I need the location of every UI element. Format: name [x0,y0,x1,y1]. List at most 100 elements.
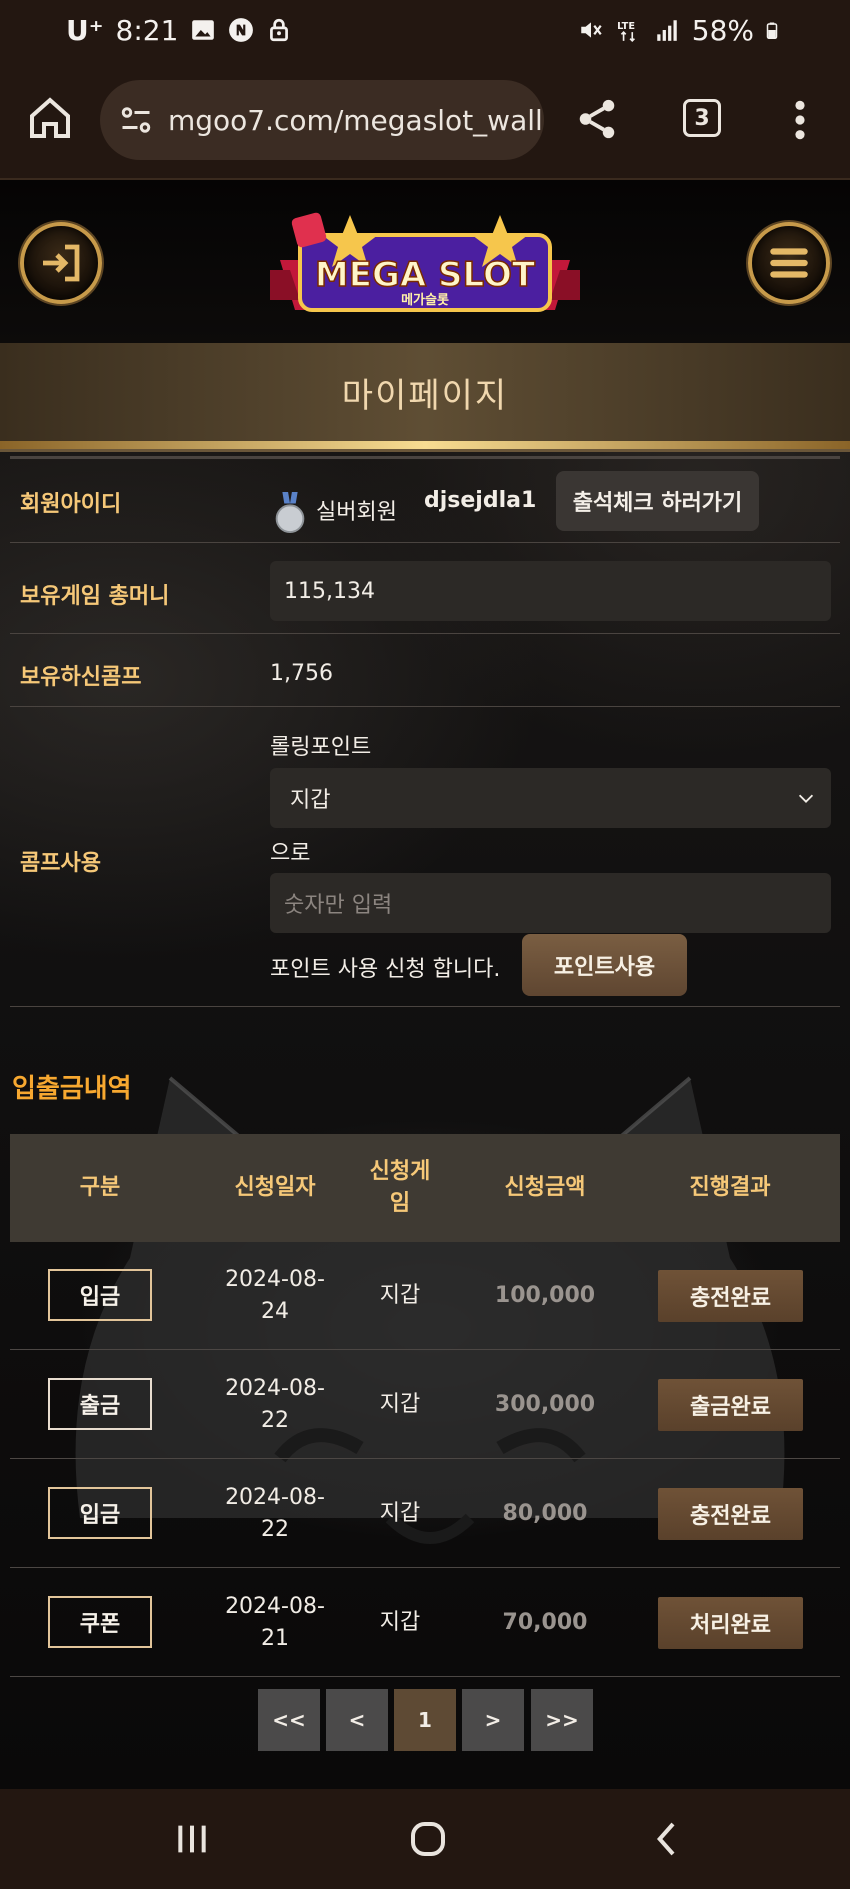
result-badge: 처리완료 [658,1597,803,1649]
date-cell: 2024-08- 21 [225,1594,325,1651]
apply-description: 포인트 사용 신청 합니다. [270,957,501,982]
comp-value: 1,756 [270,661,333,686]
row-divider [10,1006,840,1007]
url-text[interactable]: mgoo7.com/megaslot_wall [168,104,543,137]
carrier-label: U⁺ [66,13,104,47]
site-header: MEGA SLOT 메가슬롯 [0,178,850,343]
wallet-select-value: 지갑 [290,788,331,813]
row-separator [10,1349,840,1350]
amount-cell: 300,000 [494,1392,596,1417]
home-icon[interactable] [26,94,74,142]
svg-text:LTE: LTE [617,21,635,32]
mega-slot-logo[interactable]: MEGA SLOT 메가슬롯 [270,190,580,340]
clock: 8:21 [115,13,179,47]
amount-cell: 100,000 [494,1283,596,1308]
game-cell: 지갑 [379,1501,421,1526]
pagination: << < 1 > >> [0,1689,850,1751]
column-header-date: 신청일자 [234,1175,316,1200]
type-badge: 쿠폰 [48,1596,152,1648]
table-row: 쿠폰 2024-08- 21 지갑 70,000 처리완료 [10,1569,840,1677]
lte-icon: LTE [617,21,635,42]
type-badge: 출금 [48,1378,152,1430]
row-divider [10,706,840,707]
result-badge: 출금완료 [658,1379,803,1431]
page-content: MEGA SLOT 메가슬롯 마이페이지 회원아이디 실버회원 djsejdla… [0,178,850,1789]
comp-label: 보유하신콤프 [20,665,142,690]
to-label: 으로 [270,841,311,866]
naver-icon [229,18,254,42]
back-icon[interactable] [648,1819,688,1859]
history-table-header: 구분 신청일자 신청게 임 신청금액 진행결과 [10,1134,840,1242]
row-separator [10,1458,840,1459]
prev-page-button[interactable]: < [326,1689,388,1751]
member-id-label: 회원아이디 [20,492,122,517]
mute-icon [581,22,602,38]
column-header-type: 구분 [79,1175,121,1200]
amount-cell: 70,000 [502,1610,588,1635]
first-page-button[interactable]: << [258,1689,320,1751]
gallery-icon [192,20,215,40]
row-divider [10,542,840,543]
last-page-button[interactable]: >> [531,1689,593,1751]
share-icon[interactable] [574,96,620,142]
logo-subtext: 메가슬롯 [401,293,449,308]
more-options-icon[interactable] [786,98,814,142]
next-page-button[interactable]: > [462,1689,524,1751]
page-title: 마이페이지 [341,375,509,416]
points-amount-input[interactable]: 숫자만 입력 [270,873,831,933]
gold-divider-shadow [0,449,850,452]
table-row: 입금 2024-08- 22 지갑 80,000 충전완료 [10,1460,840,1568]
menu-button[interactable] [748,222,830,304]
game-money-field: 115,134 [270,561,831,621]
date-cell: 2024-08- 24 [225,1267,325,1324]
type-badge: 입금 [48,1487,152,1539]
chevron-down-icon [798,794,814,803]
use-points-button[interactable]: 포인트사용 [522,934,687,996]
home-nav-icon[interactable] [408,1819,448,1859]
game-money-label: 보유게임 총머니 [20,584,170,609]
column-header-result: 진행결과 [689,1175,771,1200]
user-id: djsejdla1 [424,488,537,513]
row-separator [10,1676,840,1677]
row-divider [10,633,840,634]
result-badge: 충전완료 [658,1270,803,1322]
address-bar[interactable]: mgoo7.com/megaslot_wall [100,80,544,160]
hamburger-menu-icon [770,248,808,278]
gold-divider [0,441,850,449]
row-separator [10,1567,840,1568]
status-bar: U⁺ 8:21 LTE 58% [0,0,850,60]
table-row: 입금 2024-08- 24 지갑 100,000 충전완료 [10,1242,840,1350]
login-button[interactable] [20,222,102,304]
member-level: 실버회원 [316,500,397,525]
result-badge: 충전완료 [658,1488,803,1540]
browser-toolbar: mgoo7.com/megaslot_wall 3 [0,60,850,178]
battery-percent: 58% [691,13,754,47]
wallet-select[interactable]: 지갑 [270,768,831,828]
game-cell: 지갑 [379,1610,421,1635]
date-cell: 2024-08- 22 [225,1376,325,1433]
silver-medal-icon [275,492,305,534]
page-1-button[interactable]: 1 [394,1689,456,1751]
column-header-game: 신청게 임 [369,1159,431,1216]
history-title: 입출금내역 [12,1074,132,1104]
system-navigation-bar [0,1789,850,1889]
attendance-check-button[interactable]: 출석체크 하러가기 [556,471,759,531]
game-cell: 지갑 [379,1283,421,1308]
date-cell: 2024-08- 22 [225,1485,325,1542]
recent-apps-icon[interactable] [172,1819,212,1859]
lock-icon [270,18,289,42]
logo-text: MEGA SLOT [315,255,536,295]
type-badge: 입금 [48,1269,152,1321]
column-header-amount: 신청금액 [504,1175,586,1200]
section-divider [10,456,840,459]
game-cell: 지갑 [379,1392,421,1417]
amount-cell: 80,000 [502,1501,588,1526]
page-title-band: 마이페이지 [0,343,850,441]
site-settings-icon[interactable] [118,102,154,138]
signal-icon [657,20,677,41]
comp-use-label: 콤프사용 [20,851,101,876]
battery-icon [766,22,778,39]
tab-switcher-button[interactable]: 3 [683,99,721,137]
table-row: 출금 2024-08- 22 지갑 300,000 출금완료 [10,1351,840,1459]
login-icon [43,244,80,282]
